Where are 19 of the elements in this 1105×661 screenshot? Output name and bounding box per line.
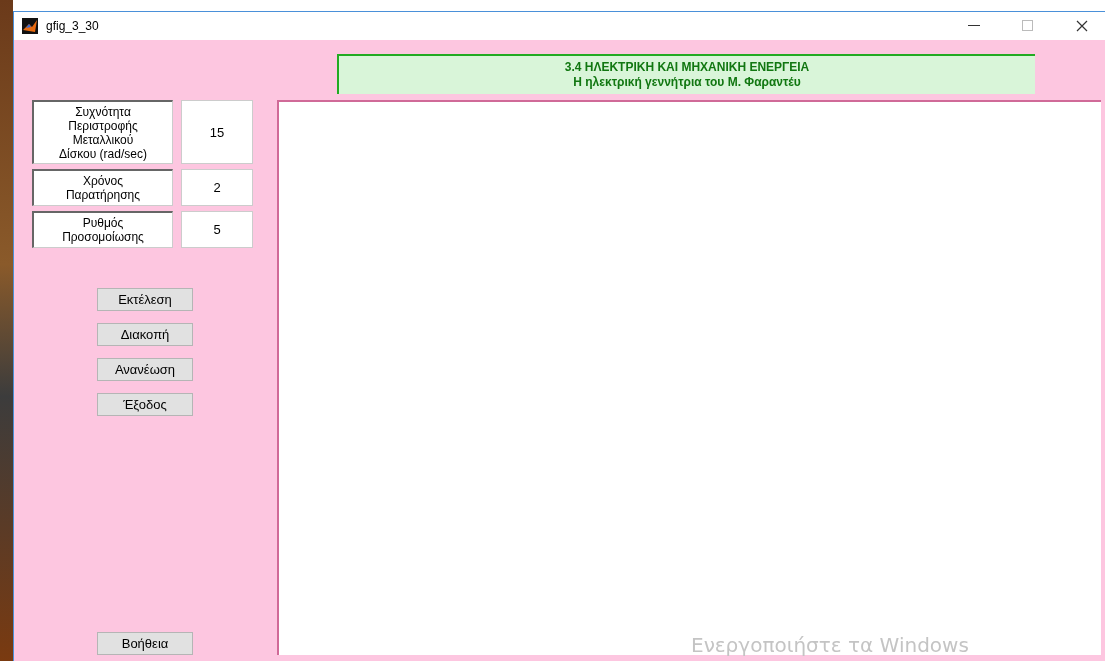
action-button[interactable]: Εκτέλεση <box>97 288 193 311</box>
banner-title: 3.4 ΗΛΕΚΤΡΙΚΗ ΚΑΙ ΜΗΧΑΝΙΚΗ ΕΝΕΡΓΕΙΑ <box>564 60 810 75</box>
parameter-field[interactable]: 2 <box>181 169 253 206</box>
parameter-label: Χρόνος Παρατήρησης <box>32 169 173 206</box>
action-button[interactable]: Διακοπή <box>97 323 193 346</box>
parameter-label: Συχνότητα Περιστροφής Μεταλλικού Δίσκου (rad/sec) <box>32 100 173 164</box>
activation-notice: Ενεργοποιήστε τα Windows <box>691 633 969 657</box>
banner-subtitle: Η ηλεκτρική γεννήτρια του Μ. Φαραντέυ <box>573 75 801 90</box>
window-title: gfig_3_30 <box>46 19 100 33</box>
close-icon <box>1076 20 1088 32</box>
app-logo-icon <box>22 18 38 34</box>
action-button[interactable]: Έξοδος <box>97 393 193 416</box>
maximize-icon <box>1022 20 1034 32</box>
parameter-field[interactable]: 15 <box>181 100 253 164</box>
parameter-field[interactable]: 5 <box>181 211 253 248</box>
help-button[interactable]: Βοήθεια <box>97 632 193 655</box>
parameter-label: Ρυθμός Προσομοίωσης <box>32 211 173 248</box>
minimize-icon <box>968 25 980 27</box>
action-button[interactable]: Ανανέωση <box>97 358 193 381</box>
